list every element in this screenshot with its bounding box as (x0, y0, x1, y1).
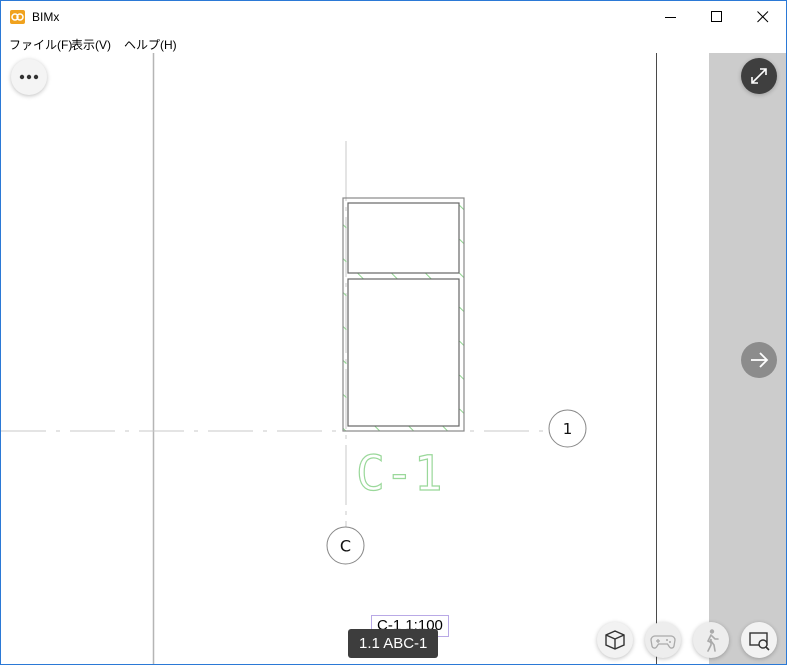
maximize-button[interactable] (694, 1, 740, 33)
game-mode-button[interactable] (645, 622, 681, 658)
grid-bubble-1-label: 1 (563, 420, 573, 438)
window-title: BIMx (32, 10, 60, 24)
menu-bar: ファイル(F) 表示(V) ヘルプ(H) (1, 33, 786, 53)
arrow-right-icon (751, 352, 769, 368)
column-label: C-1 (356, 446, 443, 502)
more-options-button[interactable] (11, 59, 47, 95)
gamepad-icon (650, 635, 676, 649)
grid-bubble-c-label: C (340, 537, 351, 556)
walk-icon (706, 629, 719, 652)
title-bar[interactable]: BIMx (1, 1, 786, 33)
expand-icon (751, 68, 767, 84)
3d-model-button[interactable] (597, 622, 633, 658)
menu-file[interactable]: ファイル(F) (9, 36, 72, 53)
fullscreen-button[interactable] (741, 58, 777, 94)
minimize-button[interactable] (648, 1, 694, 33)
close-button[interactable] (740, 1, 786, 33)
zoom-search-icon (749, 632, 770, 651)
menu-help[interactable]: ヘルプ(H) (124, 36, 177, 53)
walk-mode-button[interactable] (693, 622, 729, 658)
bimx-logo-icon (10, 10, 25, 24)
column-cell-top (347, 202, 460, 274)
close-icon (757, 11, 769, 23)
next-view-button[interactable] (741, 342, 777, 378)
drawing-canvas[interactable]: 1 C C-1 (1, 53, 709, 664)
floor-plan-drawing: 1 C C-1 (1, 53, 657, 664)
app-window: BIMx ファイル(F) 表示(V) ヘルプ(H) 1 C C-1 C-1 1:… (0, 0, 787, 665)
column-cell-bottom (347, 278, 460, 427)
minimize-icon (665, 17, 676, 18)
view-tooltip: 1.1 ABC-1 (348, 629, 439, 658)
model-3d-icon (605, 630, 625, 650)
zoom-search-button[interactable] (741, 622, 777, 658)
maximize-icon (711, 11, 722, 22)
more-icon (19, 74, 39, 80)
menu-view[interactable]: 表示(V) (71, 36, 111, 53)
